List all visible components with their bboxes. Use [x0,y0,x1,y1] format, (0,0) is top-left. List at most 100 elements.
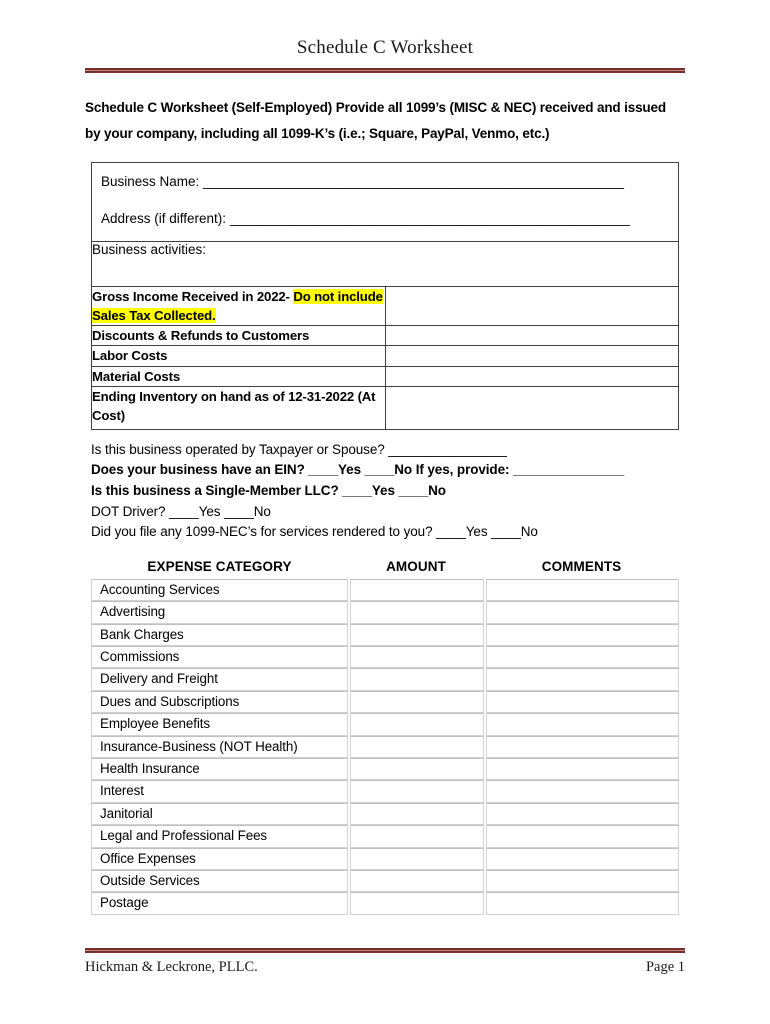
column-header-comments: COMMENTS [541,558,622,574]
expense-category-cell: Bank Charges [91,623,348,647]
header-rule [85,67,685,73]
expense-comments-cell[interactable] [486,601,679,624]
expense-amount-cell[interactable] [350,601,484,624]
document-page: Schedule C Worksheet Schedule C Workshee… [0,0,770,1024]
table-row: Business Name: _________________________… [91,161,679,242]
table-row: Janitorial [91,802,679,826]
business-activities-label: Business activities: [92,241,207,257]
table-row: Outside Services [91,869,679,893]
expense-comments-cell[interactable] [486,847,679,870]
business-identity-cell: Business Name: _________________________… [91,161,679,242]
expense-comments-cell[interactable] [486,757,679,781]
table-row: Labor Costs [91,345,679,367]
address-row: Address (if different): ________________… [92,197,678,241]
table-row: Material Costs [91,365,679,387]
expense-amount-cell[interactable] [350,668,484,691]
expense-amount-cell[interactable] [350,802,484,826]
discounts-refunds-value-cell[interactable] [384,325,679,347]
expense-comments-cell[interactable] [486,802,679,826]
table-row: Advertising [91,601,679,624]
intro-paragraph: Schedule C Worksheet (Self-Employed) Pro… [85,99,666,142]
business-name-input[interactable]: ________________________________________… [203,174,624,189]
expense-comments-cell[interactable] [486,713,679,736]
questions-block: Is this business operated by Taxpayer or… [91,440,691,543]
table-row: Gross Income Received in 2022- Do not in… [91,285,679,327]
expense-comments-cell[interactable] [486,668,679,691]
question-taxpayer-or-spouse[interactable]: Is this business operated by Taxpayer or… [91,440,691,461]
expense-amount-cell[interactable] [350,713,484,736]
table-row: Business activities: [91,240,679,287]
table-row: Office Expenses [91,847,679,870]
question-dot-driver[interactable]: DOT Driver? ____Yes ____No [91,502,691,523]
expense-category-cell: Accounting Services [91,578,348,602]
expense-amount-cell[interactable] [350,825,484,848]
expense-amount-cell[interactable] [350,757,484,781]
table-row: Interest [91,780,679,803]
expense-comments-cell[interactable] [486,780,679,803]
discounts-refunds-label-cell: Discounts & Refunds to Customers [91,325,386,347]
expense-category-cell: Legal and Professional Fees [91,825,348,848]
business-name-row: Business Name: _________________________… [92,163,678,197]
labor-costs-label-cell: Labor Costs [91,345,386,367]
expense-amount-cell[interactable] [350,892,484,915]
expense-category-cell: Outside Services [91,869,348,893]
table-row: Health Insurance [91,757,679,781]
expense-comments-cell[interactable] [486,646,679,669]
expense-comments-cell[interactable] [486,735,679,758]
expense-category-cell: Advertising [91,601,348,624]
expense-comments-cell[interactable] [486,869,679,893]
expense-category-cell: Delivery and Freight [91,668,348,691]
expense-amount-cell[interactable] [350,690,484,714]
expense-amount-cell[interactable] [350,646,484,669]
expense-amount-cell[interactable] [350,847,484,870]
table-row: Employee Benefits [91,713,679,736]
expense-category-cell: Insurance-Business (NOT Health) [91,735,348,758]
material-costs-value-cell[interactable] [384,365,679,387]
expense-table: EXPENSE CATEGORY AMOUNT COMMENTS Account… [91,559,679,915]
table-row: Legal and Professional Fees [91,825,679,848]
address-label: Address (if different): [101,210,227,226]
document-header: Schedule C Worksheet [0,0,770,73]
expense-comments-cell[interactable] [486,825,679,848]
table-row: Bank Charges [91,623,679,647]
column-header-amount: AMOUNT [386,558,446,574]
table-row: Dues and Subscriptions [91,690,679,714]
table-row: Delivery and Freight [91,668,679,691]
footer-firm-name: Hickman & Leckrone, PLLC. [85,959,258,975]
labor-costs-value-cell[interactable] [384,345,679,367]
table-row: Insurance-Business (NOT Health) [91,735,679,758]
expense-comments-cell[interactable] [486,623,679,647]
footer-text: Hickman & Leckrone, PLLC. Page 1 [85,953,685,976]
expense-category-cell: Employee Benefits [91,713,348,736]
address-input[interactable]: ________________________________________… [230,211,630,226]
question-single-member-llc[interactable]: Is this business a Single-Member LLC? __… [91,481,691,502]
expense-category-cell: Office Expenses [91,847,348,870]
expense-amount-cell[interactable] [350,869,484,893]
document-footer: Hickman & Leckrone, PLLC. Page 1 [85,948,685,976]
table-row: Accounting Services [91,578,679,602]
expense-category-cell: Dues and Subscriptions [91,690,348,714]
expense-amount-cell[interactable] [350,735,484,758]
gross-income-label-cell: Gross Income Received in 2022- Do not in… [91,285,386,327]
expense-comments-cell[interactable] [486,578,679,602]
question-1099-nec-filed[interactable]: Did you file any 1099-NEC’s for services… [91,522,691,543]
expense-amount-cell[interactable] [350,578,484,602]
table-row: Ending Inventory on hand as of 12-31-202… [91,385,679,430]
gross-income-label: Gross Income Received in 2022- [92,288,290,304]
question-ein[interactable]: Does your business have an EIN? ____Yes … [91,460,691,481]
footer-page-number: Page 1 [645,959,685,975]
business-activities-cell[interactable]: Business activities: [91,240,679,287]
expense-table-header: EXPENSE CATEGORY AMOUNT COMMENTS [91,559,679,579]
material-costs-label-cell: Material Costs [91,365,386,387]
expense-category-cell: Interest [91,780,348,803]
expense-category-cell: Commissions [91,646,348,669]
ending-inventory-value-cell[interactable] [384,385,679,430]
expense-comments-cell[interactable] [486,690,679,714]
expense-category-cell: Postage [91,892,348,915]
ending-inventory-label-cell: Ending Inventory on hand as of 12-31-202… [91,385,386,430]
expense-comments-cell[interactable] [486,892,679,915]
gross-income-value-cell[interactable] [384,285,679,327]
expense-amount-cell[interactable] [350,780,484,803]
expense-amount-cell[interactable] [350,623,484,647]
table-row: Commissions [91,646,679,669]
